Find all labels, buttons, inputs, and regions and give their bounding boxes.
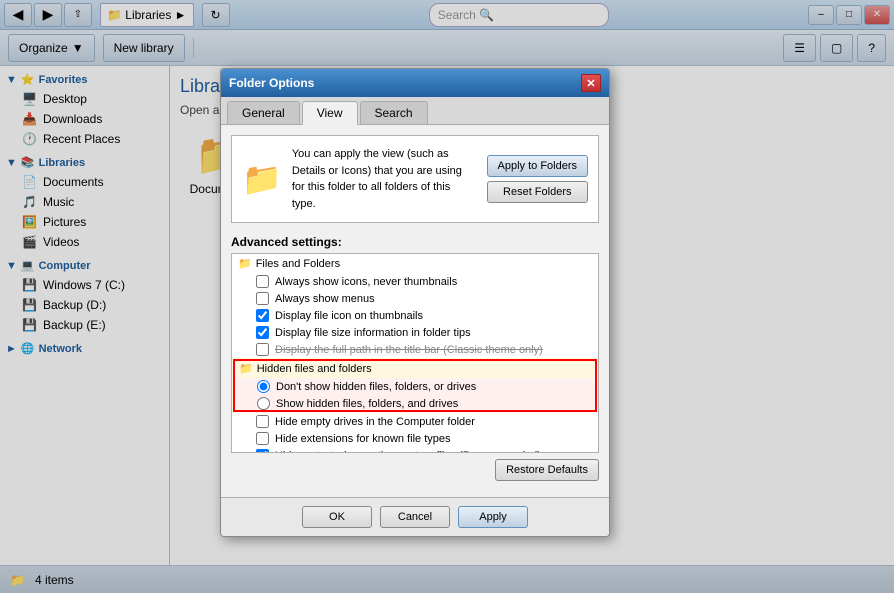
dont-show-hidden-label: Don't show hidden files, folders, or dri… [276, 381, 476, 393]
modal-overlay: Folder Options ✕ General View Search 📁 Y… [0, 0, 894, 593]
dont-show-hidden-radio[interactable] [257, 380, 270, 393]
setting-hide-extensions: Hide extensions for known file types [232, 430, 598, 447]
setting-hide-protected: Hide protected operating system files (R… [232, 447, 598, 453]
reset-folders-button[interactable]: Reset Folders [487, 181, 588, 203]
files-folders-label: Files and Folders [256, 258, 340, 270]
restore-defaults-button[interactable]: Restore Defaults [495, 459, 599, 481]
folder-views-description: You can apply the view (such as Details … [292, 146, 477, 212]
dialog-close-button[interactable]: ✕ [581, 74, 601, 92]
hidden-files-label: Hidden files and folders [257, 363, 372, 375]
setting-dont-show-hidden: Don't show hidden files, folders, or dri… [233, 378, 597, 395]
file-size-info-checkbox[interactable] [256, 326, 269, 339]
settings-list[interactable]: 📁 Files and Folders Always show icons, n… [231, 253, 599, 453]
always-menus-checkbox[interactable] [256, 292, 269, 305]
apply-to-folders-button[interactable]: Apply to Folders [487, 155, 588, 177]
setting-show-hidden: Show hidden files, folders, and drives [233, 395, 597, 412]
tab-general[interactable]: General [227, 101, 300, 124]
dialog-footer: OK Cancel Apply [221, 497, 609, 536]
setting-always-icons: Always show icons, never thumbnails [232, 273, 598, 290]
folder-options-dialog: Folder Options ✕ General View Search 📁 Y… [220, 68, 610, 537]
files-folders-group[interactable]: 📁 Files and Folders [232, 254, 598, 273]
ok-button[interactable]: OK [302, 506, 372, 528]
hidden-files-icon: 📁 [239, 362, 253, 375]
full-path-label: Display the full path in the title bar (… [275, 344, 543, 356]
setting-file-icon-thumbnails: Display file icon on thumbnails [232, 307, 598, 324]
always-icons-checkbox[interactable] [256, 275, 269, 288]
tab-search[interactable]: Search [360, 101, 428, 124]
always-icons-label: Always show icons, never thumbnails [275, 276, 457, 288]
hide-protected-checkbox[interactable] [256, 449, 269, 453]
full-path-checkbox[interactable] [256, 343, 269, 356]
file-icon-thumbnails-checkbox[interactable] [256, 309, 269, 322]
folder-views-icon: 📁 [242, 160, 282, 198]
cancel-button[interactable]: Cancel [380, 506, 450, 528]
dialog-title-bar: Folder Options ✕ [221, 69, 609, 97]
setting-hide-empty-drives: Hide empty drives in the Computer folder [232, 413, 598, 430]
tab-view[interactable]: View [302, 101, 358, 125]
files-folders-icon: 📁 [238, 257, 252, 270]
show-hidden-radio[interactable] [257, 397, 270, 410]
setting-file-size-info: Display file size information in folder … [232, 324, 598, 341]
advanced-settings-label: Advanced settings: [231, 235, 599, 249]
setting-full-path: Display the full path in the title bar (… [232, 341, 598, 358]
hide-empty-drives-label: Hide empty drives in the Computer folder [275, 416, 475, 428]
always-menus-label: Always show menus [275, 293, 375, 305]
hide-protected-label: Hide protected operating system files (R… [275, 450, 541, 454]
dialog-body: 📁 You can apply the view (such as Detail… [221, 125, 609, 497]
hide-extensions-checkbox[interactable] [256, 432, 269, 445]
hide-empty-drives-checkbox[interactable] [256, 415, 269, 428]
show-hidden-label: Show hidden files, folders, and drives [276, 398, 458, 410]
setting-always-menus: Always show menus [232, 290, 598, 307]
dialog-tabs: General View Search [221, 97, 609, 125]
restore-btn-row: Restore Defaults [231, 453, 599, 487]
folder-views-buttons: Apply to Folders Reset Folders [487, 155, 588, 203]
file-icon-thumbnails-label: Display file icon on thumbnails [275, 310, 423, 322]
file-size-info-label: Display file size information in folder … [275, 327, 471, 339]
folder-views-box: 📁 You can apply the view (such as Detail… [231, 135, 599, 223]
hidden-files-group[interactable]: 📁 Hidden files and folders [233, 359, 597, 378]
dialog-title: Folder Options [229, 76, 314, 90]
hide-extensions-label: Hide extensions for known file types [275, 433, 450, 445]
apply-button[interactable]: Apply [458, 506, 528, 528]
